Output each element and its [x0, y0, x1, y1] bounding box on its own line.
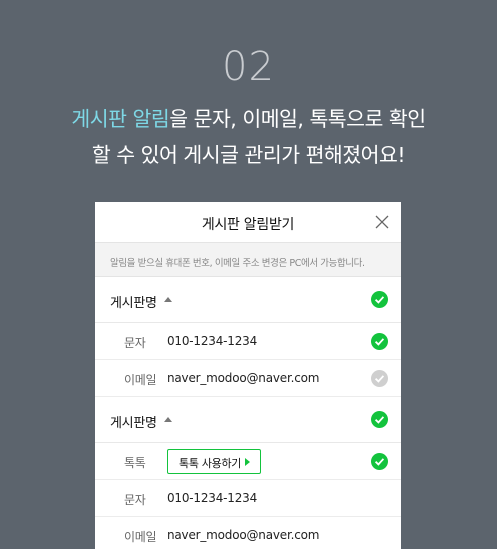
board-row[interactable]: 게시판명: [95, 277, 401, 323]
check-on-icon[interactable]: [371, 333, 388, 350]
email-label: 이메일: [124, 373, 157, 387]
board-row[interactable]: 게시판명: [95, 397, 401, 443]
close-icon[interactable]: [374, 214, 390, 230]
phone-number: 010-1234-1234: [167, 491, 258, 505]
email-address: naver_modoo@naver.com: [167, 371, 320, 385]
panel-title: 게시판 알림받기: [201, 217, 295, 233]
step-number: 02: [222, 44, 275, 90]
headline-line-1: 게시판 알림을 문자, 이메일, 톡톡으로 확인: [0, 102, 497, 132]
talk-enable-button[interactable]: 톡톡 사용하기: [167, 449, 261, 474]
board-name: 게시판명: [110, 296, 157, 311]
check-on-icon[interactable]: [371, 453, 388, 470]
check-on-icon[interactable]: [371, 291, 388, 308]
caret-up-icon[interactable]: [164, 417, 172, 422]
sms-row[interactable]: 문자 010-1234-1234: [95, 323, 401, 360]
email-label: 이메일: [124, 530, 157, 544]
phone-number: 010-1234-1234: [167, 334, 258, 348]
talk-button-label: 톡톡 사용하기: [179, 457, 242, 470]
arrow-right-icon: [245, 458, 250, 466]
headline-line-2: 할 수 있어 게시글 관리가 편해졌어요!: [91, 143, 406, 167]
board-name: 게시판명: [110, 416, 157, 431]
email-row[interactable]: 이메일 naver_modoo@naver.com: [95, 360, 401, 397]
check-off-icon[interactable]: [371, 370, 388, 387]
sms-label: 문자: [124, 336, 146, 350]
email-address: naver_modoo@naver.com: [167, 528, 320, 542]
talk-row[interactable]: 톡톡 톡톡 사용하기: [95, 443, 401, 480]
notification-settings-panel: 게시판 알림받기 알림을 받으실 휴대폰 번호, 이메일 주소 변경은 PC에서…: [95, 202, 401, 549]
talk-label: 톡톡: [124, 456, 146, 470]
caret-up-icon[interactable]: [164, 297, 172, 302]
panel-header: 게시판 알림받기: [95, 202, 401, 243]
sms-row[interactable]: 문자 010-1234-1234: [95, 480, 401, 517]
notice-text: 알림을 받으실 휴대폰 번호, 이메일 주소 변경은 PC에서 가능합니다.: [95, 243, 401, 277]
sms-label: 문자: [124, 493, 146, 507]
headline-rest: 을 문자, 이메일, 톡톡으로 확인: [169, 107, 426, 131]
check-on-icon[interactable]: [371, 411, 388, 428]
email-row[interactable]: 이메일 naver_modoo@naver.com: [95, 517, 401, 549]
headline-highlight: 게시판 알림: [71, 107, 170, 131]
